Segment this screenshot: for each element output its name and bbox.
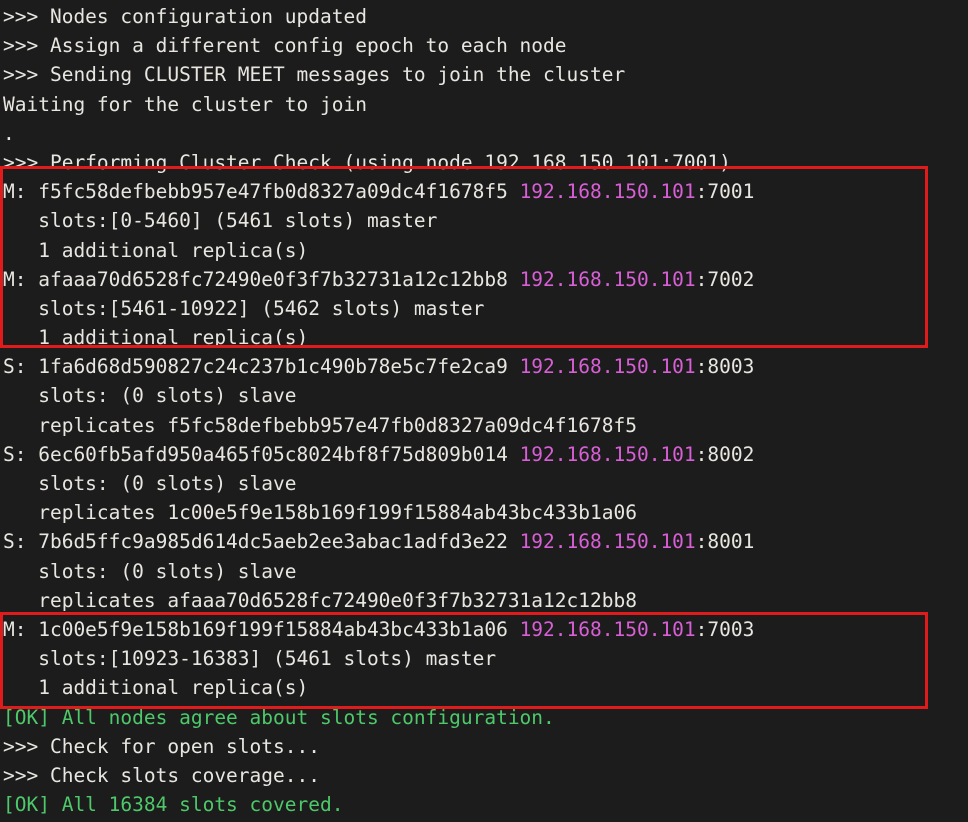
node-port: :7002 [695, 267, 755, 291]
line-text: replicates afaaa70d6528fc72490e0f3f7b327… [3, 588, 637, 612]
line-text: slots:[5461-10922] (5462 slots) master [3, 296, 485, 320]
node-id: M: 1c00e5f9e158b169f199f15884ab43bc433b1… [3, 617, 520, 641]
node-port: :7003 [695, 617, 755, 641]
output-line: >>> Sending CLUSTER MEET messages to joi… [0, 60, 968, 89]
line-text: slots:[10923-16383] (5461 slots) master [3, 647, 497, 671]
node-replicates-8002: replicates 1c00e5f9e158b169f199f15884ab4… [0, 498, 968, 527]
node-line-master-7002: M: afaaa70d6528fc72490e0f3f7b32731a12c12… [0, 265, 968, 294]
node-line-slave-8003: S: 1fa6d68d590827c24c237b1c490b78e5c7fe2… [0, 352, 968, 381]
line-text: slots:[0-5460] (5461 slots) master [3, 209, 438, 233]
status-ok-slots-covered: [OK] All 16384 slots covered. [0, 790, 968, 819]
node-line-slave-8002: S: 6ec60fb5afd950a465f05c8024bf8f75d809b… [0, 440, 968, 469]
node-line-master-7003: M: 1c00e5f9e158b169f199f15884ab43bc433b1… [0, 615, 968, 644]
node-ip: 192.168.150.101 [519, 617, 696, 641]
output-line-cluster-check: >>> Performing Cluster Check (using node… [0, 148, 968, 177]
node-replicas-7003: 1 additional replica(s) [0, 673, 968, 702]
line-text: >>> Nodes configuration updated [3, 5, 367, 28]
line-text: >>> Check slots coverage... [3, 763, 320, 787]
line-text: >>> Check for open slots... [3, 734, 320, 758]
line-text: 1 additional replica(s) [3, 326, 309, 350]
node-replicates-8001: replicates afaaa70d6528fc72490e0f3f7b327… [0, 586, 968, 615]
node-port: :8003 [695, 355, 755, 379]
node-id: S: 6ec60fb5afd950a465f05c8024bf8f75d809b… [3, 442, 520, 466]
line-text: [OK] All 16384 slots covered. [3, 793, 344, 817]
line-text: slots: (0 slots) slave [3, 559, 297, 583]
line-text: >>> Sending CLUSTER MEET messages to joi… [3, 63, 626, 87]
output-line-check-open-slots: >>> Check for open slots... [0, 732, 968, 761]
output-line: Waiting for the cluster to join [0, 90, 968, 119]
line-text: . [3, 121, 15, 145]
node-slots-8002: slots: (0 slots) slave [0, 469, 968, 498]
node-slots-8001: slots: (0 slots) slave [0, 557, 968, 586]
terminal-window: >>> Nodes configuration updated >>> Assi… [0, 0, 968, 822]
node-port: :8001 [695, 530, 755, 554]
node-slots-8003: slots: (0 slots) slave [0, 381, 968, 410]
output-line-progress-dot: . [0, 119, 968, 148]
line-text: Waiting for the cluster to join [3, 92, 367, 116]
output-line-check-coverage: >>> Check slots coverage... [0, 761, 968, 790]
line-text: >>> Performing Cluster Check (using node… [3, 150, 731, 174]
node-slots-7003: slots:[10923-16383] (5461 slots) master [0, 644, 968, 673]
node-slots-7002: slots:[5461-10922] (5462 slots) master [0, 294, 968, 323]
line-text: slots: (0 slots) slave [3, 472, 297, 495]
status-ok-slots-agree: [OK] All nodes agree about slots configu… [0, 703, 968, 732]
node-ip: 192.168.150.101 [519, 180, 696, 204]
line-text: [OK] All nodes agree about slots configu… [3, 705, 555, 729]
line-text: >>> Assign a different config epoch to e… [3, 34, 567, 58]
output-line: >>> Assign a different config epoch to e… [0, 31, 968, 60]
node-replicates-8003: replicates f5fc58defbebb957e47fb0d8327a0… [0, 411, 968, 440]
node-port: :7001 [695, 180, 755, 204]
line-text: replicates 1c00e5f9e158b169f199f15884ab4… [3, 501, 637, 525]
node-port: :8002 [695, 442, 755, 466]
node-id: S: 7b6d5ffc9a985d614dc5aeb2ee3abac1adfd3… [3, 530, 520, 554]
line-text: 1 additional replica(s) [3, 238, 309, 262]
node-ip: 192.168.150.101 [519, 530, 696, 554]
node-ip: 192.168.150.101 [519, 267, 696, 291]
node-id: S: 1fa6d68d590827c24c237b1c490b78e5c7fe2… [3, 355, 520, 379]
output-line: >>> Nodes configuration updated [0, 2, 968, 31]
node-slots-7001: slots:[0-5460] (5461 slots) master [0, 206, 968, 235]
node-id: M: afaaa70d6528fc72490e0f3f7b32731a12c12… [3, 267, 520, 291]
node-replicas-7001: 1 additional replica(s) [0, 236, 968, 265]
line-text: 1 additional replica(s) [3, 676, 309, 700]
node-line-master-7001: M: f5fc58defbebb957e47fb0d8327a09dc4f167… [0, 177, 968, 206]
node-replicas-7002: 1 additional replica(s) [0, 323, 968, 352]
line-text: replicates f5fc58defbebb957e47fb0d8327a0… [3, 413, 637, 437]
node-id: M: f5fc58defbebb957e47fb0d8327a09dc4f167… [3, 180, 520, 204]
node-ip: 192.168.150.101 [519, 442, 696, 466]
node-line-slave-8001: S: 7b6d5ffc9a985d614dc5aeb2ee3abac1adfd3… [0, 527, 968, 556]
node-ip: 192.168.150.101 [519, 355, 696, 379]
line-text: slots: (0 slots) slave [3, 384, 297, 408]
